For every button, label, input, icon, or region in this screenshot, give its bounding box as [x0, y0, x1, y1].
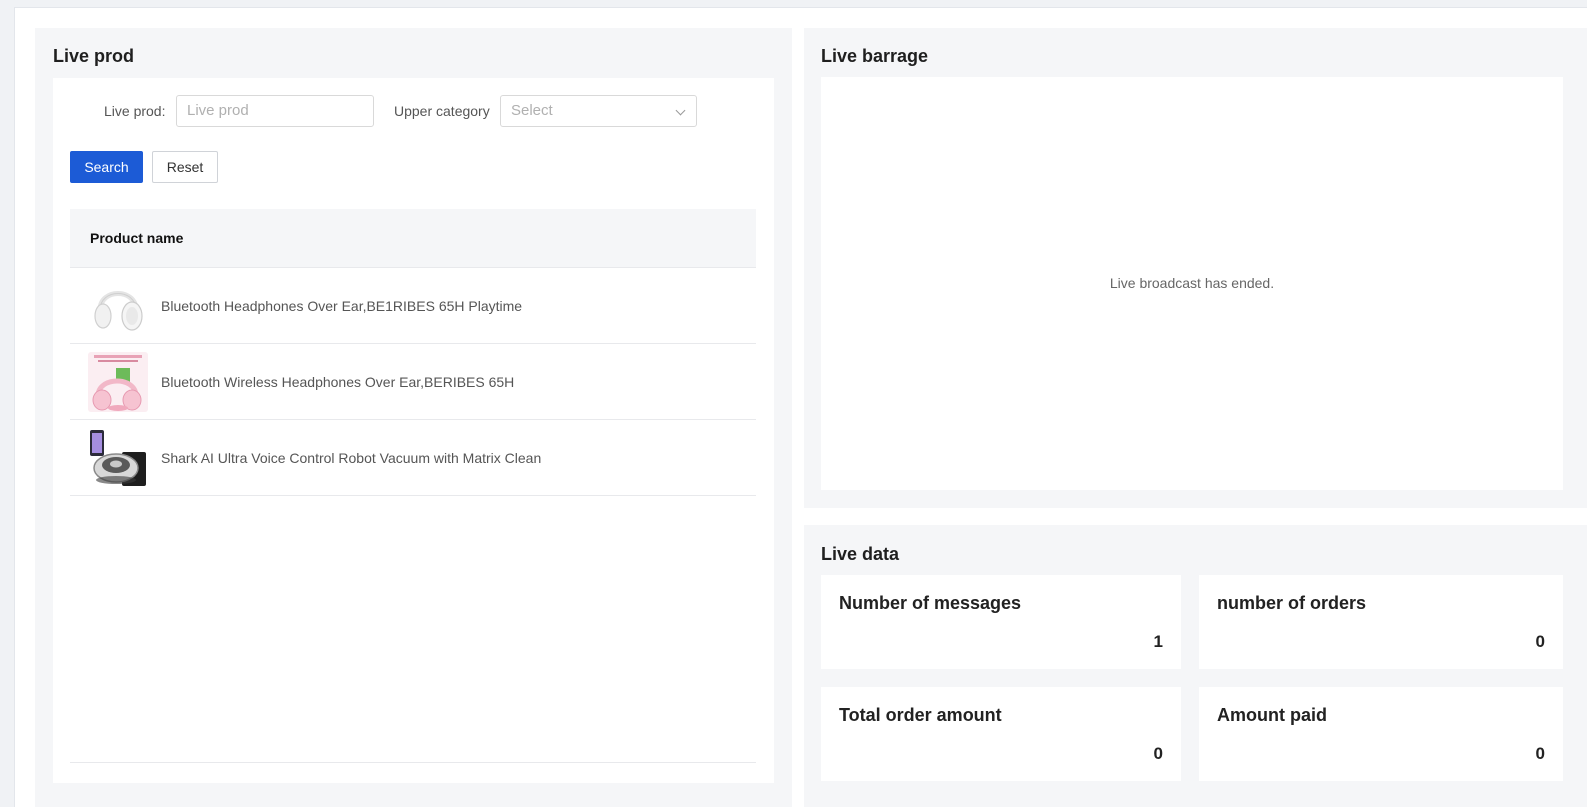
amount-paid-card: Amount paid 0	[1199, 687, 1563, 781]
table-row[interactable]: Shark AI Ultra Voice Control Robot Vacuu…	[70, 420, 756, 496]
product-thumbnail	[88, 428, 148, 488]
card-label: Number of messages	[839, 593, 1022, 613]
live-data-title: Live data	[821, 544, 900, 564]
live-prod-panel: Live prod Live prod: Live prod Upper cat…	[35, 28, 792, 807]
live-data-panel: Live data Number of messages 1 number of…	[804, 525, 1587, 807]
reset-button[interactable]: Reset	[152, 151, 218, 183]
card-value: 0	[1153, 744, 1163, 763]
upper-category-value: Select	[511, 102, 553, 119]
table-row[interactable]: Bluetooth Wireless Headphones Over Ear,B…	[70, 344, 756, 420]
product-name: Bluetooth Wireless Headphones Over Ear,B…	[161, 374, 515, 390]
messages-card: Number of messages 1	[821, 575, 1181, 669]
card-label: Total order amount	[839, 705, 1002, 725]
card-label: Amount paid	[1217, 705, 1327, 725]
card-value: 0	[1535, 632, 1545, 651]
card-label: number of orders	[1217, 593, 1367, 613]
product-name-header: Product name	[90, 230, 184, 246]
card-value: 0	[1535, 744, 1545, 763]
live-barrage-title: Live barrage	[821, 46, 929, 66]
broadcast-ended-message: Live broadcast has ended.	[1109, 275, 1275, 291]
live-prod-input[interactable]: Live prod	[176, 95, 374, 127]
table-row[interactable]: Bluetooth Headphones Over Ear,BE1RIBES 6…	[70, 268, 756, 344]
live-prod-placeholder: Live prod	[187, 102, 249, 119]
total-order-amount-card: Total order amount 0	[821, 687, 1181, 781]
live-prod-label: Live prod:	[104, 103, 166, 119]
product-name: Shark AI Ultra Voice Control Robot Vacuu…	[161, 450, 542, 466]
upper-category-label: Upper category	[394, 103, 490, 119]
barrage-content: Live broadcast has ended.	[821, 77, 1563, 490]
table-header: Product name	[70, 209, 756, 268]
live-prod-content: Live prod: Live prod Upper category Sele…	[53, 78, 774, 783]
search-button[interactable]: Search	[70, 151, 143, 183]
orders-card: number of orders 0	[1199, 575, 1563, 669]
live-barrage-panel: Live barrage Live broadcast has ended.	[804, 28, 1587, 508]
upper-category-select[interactable]: Select	[500, 95, 697, 127]
live-prod-title: Live prod	[53, 46, 135, 66]
chevron-down-icon	[675, 105, 686, 116]
product-thumbnail	[88, 352, 148, 412]
table-footer-divider	[70, 762, 756, 763]
product-thumbnail	[88, 276, 148, 336]
card-value: 1	[1153, 632, 1163, 651]
product-name: Bluetooth Headphones Over Ear,BE1RIBES 6…	[161, 298, 523, 314]
